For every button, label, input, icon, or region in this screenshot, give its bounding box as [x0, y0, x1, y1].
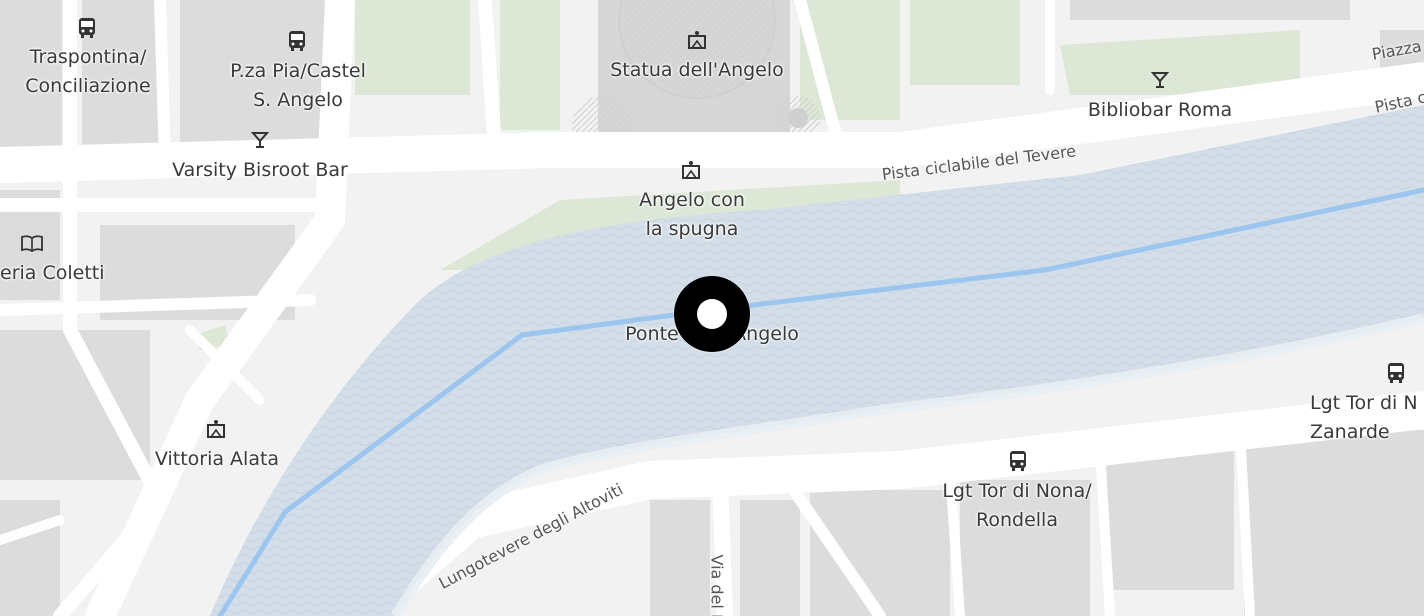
poi-label-angelo-spugna[interactable]: Angelo con la spugna: [612, 186, 772, 244]
cocktail-bar-icon[interactable]: [249, 129, 271, 151]
bookstore-icon[interactable]: [21, 232, 43, 254]
monument-icon[interactable]: [680, 159, 702, 181]
bus-stop-icon[interactable]: [76, 17, 98, 39]
bus-stop-icon[interactable]: [1385, 362, 1407, 384]
bus-stop-icon[interactable]: [286, 30, 308, 52]
street-label-via-del-b: Via del B: [707, 554, 727, 616]
marker-dot: [697, 299, 727, 329]
poi-label-vittoria[interactable]: Vittoria Alata: [132, 445, 302, 474]
monument-icon[interactable]: [205, 418, 227, 440]
poi-label-varsity[interactable]: Varsity Bisroot Bar: [150, 156, 370, 185]
poi-label-bibliobar[interactable]: Bibliobar Roma: [1060, 96, 1260, 125]
map-view[interactable]: Traspontina/ Conciliazione P.za Pia/Cast…: [0, 0, 1424, 616]
location-pin-icon[interactable]: [674, 276, 750, 352]
cocktail-bar-icon[interactable]: [1149, 69, 1171, 91]
monument-icon[interactable]: [686, 29, 708, 51]
poi-label-traspontina[interactable]: Traspontina/ Conciliazione: [8, 43, 168, 101]
poi-label-pza-pia[interactable]: P.za Pia/Castel S. Angelo: [206, 57, 390, 115]
poi-label-libreria[interactable]: eria Coletti: [0, 259, 140, 288]
bus-stop-icon[interactable]: [1007, 450, 1029, 472]
poi-label-tor-nona-r[interactable]: Lgt Tor di Nona/ Rondella: [922, 477, 1112, 535]
poi-label-statua[interactable]: Statua dell'Angelo: [587, 56, 807, 85]
poi-label-tor-nona-n[interactable]: Lgt Tor di N Zanarde: [1310, 389, 1424, 447]
